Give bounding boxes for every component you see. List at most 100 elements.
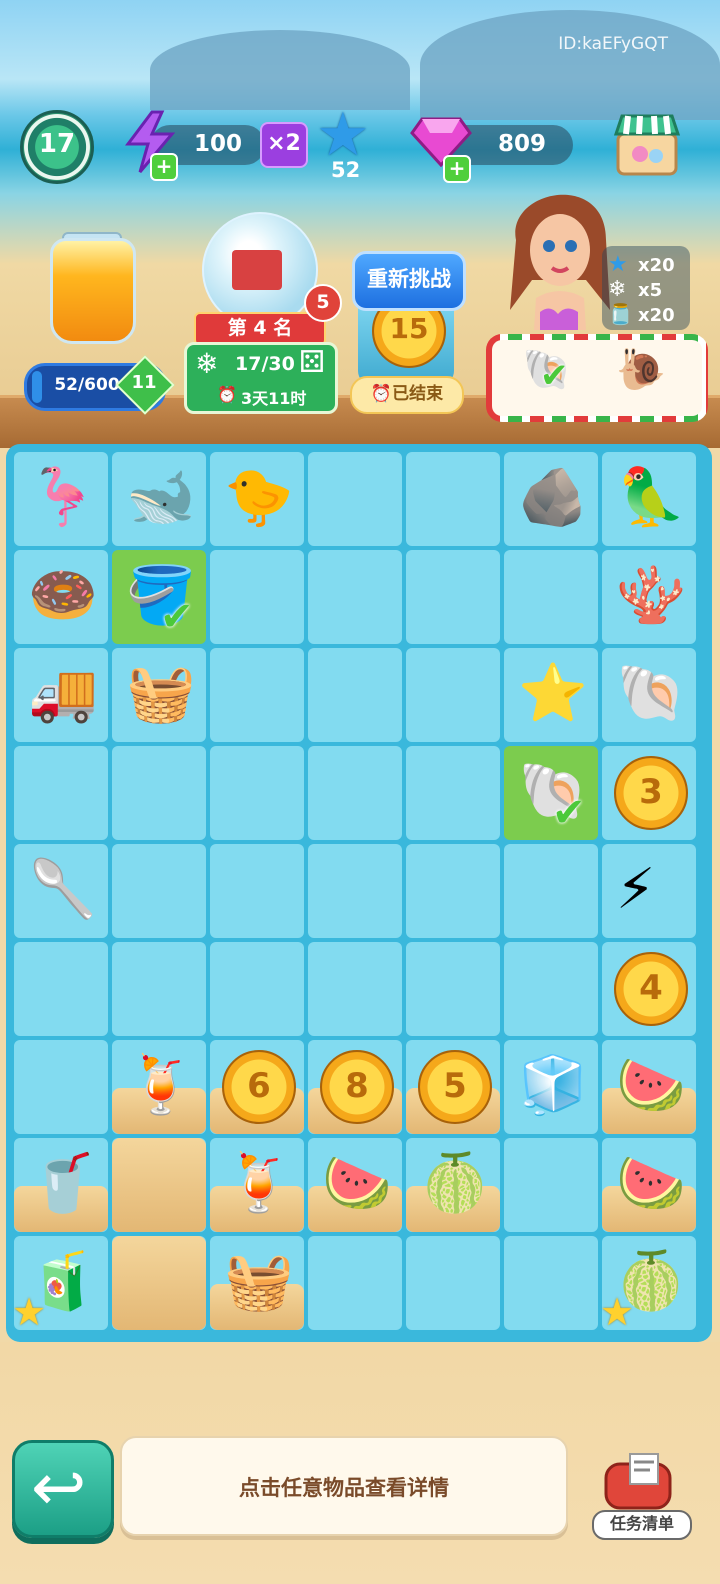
rocks-icon[interactable]: 🪨 bbox=[518, 464, 588, 532]
level-badge[interactable]: 17 bbox=[20, 110, 94, 184]
character-avatar[interactable] bbox=[506, 180, 612, 330]
board-cell[interactable] bbox=[406, 844, 500, 938]
juice-pitcher-icon[interactable]: 🍹 bbox=[224, 1150, 294, 1218]
toy-truck-icon[interactable]: 🚚 bbox=[28, 660, 98, 728]
board-cell[interactable] bbox=[308, 1236, 402, 1330]
event-rank: 第 4 名 bbox=[194, 312, 326, 346]
reward-amount: x5 bbox=[638, 280, 663, 301]
board-cell[interactable] bbox=[308, 648, 402, 742]
starfish-icon[interactable]: ⭐ bbox=[518, 660, 588, 728]
cabin-icon bbox=[232, 250, 282, 290]
mountain bbox=[150, 30, 410, 110]
board-cell[interactable] bbox=[112, 746, 206, 840]
energy-multiplier-button[interactable]: ×2 bbox=[260, 122, 308, 168]
hint-bar[interactable]: 点击任意物品查看详情 bbox=[120, 1436, 568, 1536]
check-icon: ✔ bbox=[552, 790, 586, 836]
board-cell[interactable] bbox=[210, 942, 304, 1036]
board-cell[interactable] bbox=[308, 746, 402, 840]
add-gems-icon[interactable]: + bbox=[443, 155, 471, 183]
task-list-button[interactable]: 任务清单 bbox=[592, 1446, 692, 1540]
coin-icon[interactable]: 5 bbox=[418, 1050, 492, 1124]
watermelon-juice-icon[interactable]: 🍹 bbox=[126, 1052, 196, 1120]
board-cell[interactable] bbox=[210, 746, 304, 840]
board-cell[interactable] bbox=[406, 452, 500, 546]
shop-icon[interactable] bbox=[612, 108, 682, 178]
flamingo-float-icon[interactable]: 🦩 bbox=[28, 464, 98, 532]
board-cell[interactable] bbox=[504, 844, 598, 938]
hint-text: 点击任意物品查看详情 bbox=[239, 1476, 449, 1500]
reward-list: ★ x20 ❄ x5 🫙 x20 bbox=[602, 246, 690, 330]
challenge-status: ⏰已结束 bbox=[350, 376, 464, 414]
jar-icon: 🫙 bbox=[608, 302, 633, 326]
energy-bolts-icon[interactable]: ⚡ bbox=[616, 856, 655, 924]
board-cell[interactable] bbox=[308, 942, 402, 1036]
star-count: 52 bbox=[331, 158, 361, 182]
board-cell[interactable] bbox=[308, 550, 402, 644]
cooler-box-icon[interactable]: 🧊 bbox=[518, 1052, 588, 1120]
coin-icon[interactable]: 6 bbox=[222, 1050, 296, 1124]
coin-value: 3 bbox=[639, 772, 663, 812]
board-cell[interactable] bbox=[406, 648, 500, 742]
jar-level: 11 bbox=[131, 372, 157, 393]
honey-jar-icon[interactable] bbox=[50, 238, 136, 344]
board-cell[interactable] bbox=[406, 550, 500, 644]
coral-rock-icon[interactable]: 🪸 bbox=[616, 562, 686, 630]
board-cell[interactable] bbox=[308, 844, 402, 938]
reward-amount: x20 bbox=[638, 255, 675, 276]
coin-icon[interactable]: 8 bbox=[320, 1050, 394, 1124]
watermelon-icon[interactable]: 🍈 bbox=[420, 1150, 490, 1218]
coin-value: 8 bbox=[345, 1066, 369, 1106]
board-cell[interactable] bbox=[504, 550, 598, 644]
watermelon-slice-icon[interactable]: 🍉 bbox=[616, 1052, 686, 1120]
event-panel[interactable]: ❄ 17/30 ⚄ ⏰ 3天11时 bbox=[184, 342, 338, 414]
board-cell[interactable] bbox=[504, 942, 598, 1036]
donut-float-icon[interactable]: 🍩 bbox=[28, 562, 98, 630]
board-cell[interactable] bbox=[308, 452, 402, 546]
player-id: ID:kaEFyGQT bbox=[558, 34, 668, 54]
coin-value: 6 bbox=[247, 1066, 271, 1106]
parrot-chick-icon[interactable]: 🐤 bbox=[224, 464, 294, 532]
star-icon: ★ bbox=[608, 252, 628, 277]
mountain bbox=[420, 10, 720, 120]
sand-block[interactable] bbox=[112, 1236, 206, 1330]
coin-icon[interactable]: 4 bbox=[614, 952, 688, 1026]
board-cell[interactable] bbox=[406, 942, 500, 1036]
level-number: 17 bbox=[38, 129, 76, 159]
board-cell[interactable] bbox=[210, 844, 304, 938]
board-cell[interactable] bbox=[504, 1236, 598, 1330]
parrot-icon[interactable]: 🦜 bbox=[616, 464, 686, 532]
board-cell[interactable] bbox=[14, 942, 108, 1036]
challenge-status-text: 已结束 bbox=[392, 384, 444, 404]
board-cell[interactable] bbox=[112, 844, 206, 938]
energy-amount: 100 bbox=[194, 131, 243, 157]
coral-shell-icon[interactable]: 🐚 bbox=[616, 660, 686, 728]
board-cell[interactable] bbox=[406, 746, 500, 840]
add-energy-icon[interactable]: + bbox=[150, 153, 178, 181]
dice-icon: ⚄ bbox=[299, 345, 326, 380]
retry-challenge-button[interactable]: 重新挑战 bbox=[352, 251, 466, 311]
event-notification-badge: 5 bbox=[304, 284, 342, 322]
watermelon-half-icon[interactable]: 🍉 bbox=[322, 1150, 392, 1218]
surfboard-basket-icon[interactable]: 🧺 bbox=[224, 1248, 294, 1316]
board-cell[interactable] bbox=[112, 942, 206, 1036]
board-cell[interactable] bbox=[504, 1138, 598, 1232]
sand-block[interactable] bbox=[112, 1138, 206, 1232]
watermelon-plate-icon[interactable]: 🍉 bbox=[616, 1150, 686, 1218]
order-card[interactable]: 🐚 ✔ 🐌 bbox=[486, 334, 708, 422]
back-button[interactable]: ↩ bbox=[12, 1440, 114, 1538]
board-cell[interactable] bbox=[406, 1236, 500, 1330]
whale-float-icon[interactable]: 🐋 bbox=[126, 464, 196, 532]
snack-cart-icon[interactable]: 🧺 bbox=[126, 660, 196, 728]
event-time-left: 3天11时 bbox=[241, 389, 307, 408]
coin-value: 4 bbox=[639, 968, 663, 1008]
task-list-label: 任务清单 bbox=[592, 1510, 692, 1540]
juice-glass-icon[interactable]: 🥤 bbox=[28, 1150, 98, 1218]
sand-shovel-icon[interactable]: 🥄 bbox=[28, 856, 98, 924]
board-cell[interactable] bbox=[14, 1040, 108, 1134]
board-cell[interactable] bbox=[210, 648, 304, 742]
board-cell[interactable] bbox=[14, 746, 108, 840]
board-cell[interactable] bbox=[210, 550, 304, 644]
snowflake-icon: ❄ bbox=[195, 347, 219, 380]
snowflake-icon: ❄ bbox=[608, 277, 627, 302]
coin-icon[interactable]: 3 bbox=[614, 756, 688, 830]
